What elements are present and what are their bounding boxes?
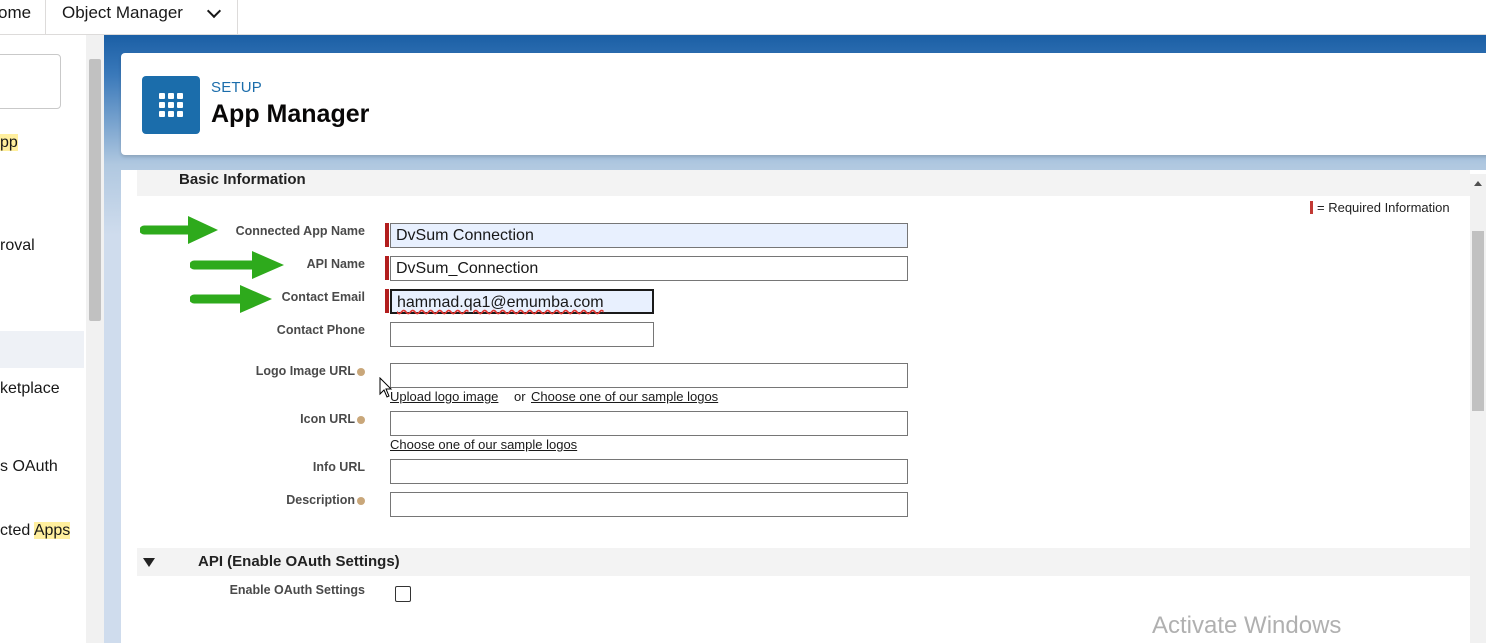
- help-icon[interactable]: [357, 497, 365, 505]
- sidebar-item-text: roval: [0, 237, 35, 254]
- quick-find-input[interactable]: [0, 54, 61, 109]
- required-information-note: = Required Information: [1310, 200, 1450, 215]
- breadcrumb: SETUP: [211, 79, 263, 96]
- required-note-text: = Required Information: [1317, 200, 1450, 215]
- icon-url-label: Icon URL: [165, 412, 365, 426]
- sidebar-item-highlight: pp: [0, 134, 18, 151]
- section-api-oauth-title: API (Enable OAuth Settings): [198, 553, 400, 570]
- green-arrow-icon: [140, 216, 218, 244]
- page-scrollbar-thumb[interactable]: [1472, 231, 1484, 411]
- top-tab-bar: ome Object Manager: [0, 0, 1486, 35]
- enable-oauth-checkbox[interactable]: [395, 586, 411, 602]
- sidebar-item-text: cted: [0, 522, 34, 539]
- sidebar-item-highlight: Apps: [33, 522, 71, 539]
- description-input[interactable]: [390, 492, 908, 517]
- choose-sample-logo-link[interactable]: Choose one of our sample logos: [531, 389, 718, 404]
- sidebar-item-oauth[interactable]: s OAuth: [0, 458, 58, 476]
- sidebar-scrollbar[interactable]: [86, 35, 104, 643]
- api-name-input[interactable]: DvSum_Connection: [390, 256, 908, 281]
- sidebar-item-text: ketplace: [0, 380, 60, 397]
- sidebar-item-text: s OAuth: [0, 458, 58, 475]
- help-icon[interactable]: [357, 368, 365, 376]
- setup-sidebar: pp roval ketplace s OAuth cted Apps: [0, 35, 104, 643]
- or-text: or: [514, 389, 526, 404]
- activate-windows-watermark: Activate Windows: [1152, 612, 1342, 639]
- upload-logo-link[interactable]: Upload logo image: [390, 389, 498, 404]
- page-scrollbar[interactable]: [1470, 174, 1486, 643]
- required-marker: [385, 223, 389, 247]
- icon-url-input[interactable]: [390, 411, 908, 436]
- section-basic-information: Basic Information: [137, 170, 1470, 196]
- required-marker: [385, 256, 389, 280]
- help-icon[interactable]: [357, 416, 365, 424]
- connected-app-name-input[interactable]: DvSum Connection: [390, 223, 908, 248]
- sidebar-selected-row[interactable]: [0, 331, 84, 368]
- enable-oauth-label: Enable OAuth Settings: [229, 583, 365, 597]
- green-arrow-icon: [190, 285, 272, 313]
- sidebar-item-connected-apps[interactable]: cted Apps: [0, 522, 71, 540]
- sidebar-item-marketplace[interactable]: ketplace: [0, 380, 60, 398]
- logo-image-url-label: Logo Image URL: [165, 364, 365, 378]
- logo-image-url-input[interactable]: [390, 363, 908, 388]
- info-url-label: Info URL: [312, 460, 365, 474]
- icon-url-label-text: Icon URL: [300, 412, 355, 426]
- choose-sample-icon-link[interactable]: Choose one of our sample logos: [390, 437, 577, 452]
- description-label-text: Description: [286, 493, 355, 507]
- sidebar-item-app[interactable]: pp: [0, 134, 18, 152]
- chevron-down-icon[interactable]: [206, 3, 222, 19]
- description-label: Description: [165, 493, 365, 507]
- green-arrow-icon: [190, 251, 284, 279]
- collapse-triangle-icon[interactable]: [143, 558, 155, 567]
- section-api-oauth[interactable]: API (Enable OAuth Settings): [137, 548, 1470, 576]
- contact-email-input[interactable]: hammad.qa1@emumba.com: [390, 289, 654, 314]
- tab-object-manager-label: Object Manager: [62, 3, 183, 22]
- contact-phone-label: Contact Phone: [276, 323, 365, 337]
- info-url-input[interactable]: [390, 459, 908, 484]
- tab-home[interactable]: ome: [0, 0, 46, 34]
- connected-app-form: Basic Information = Required Information…: [121, 170, 1486, 643]
- logo-image-url-label-text: Logo Image URL: [255, 364, 355, 378]
- sidebar-item-approval[interactable]: roval: [0, 237, 35, 255]
- required-marker: [385, 289, 389, 313]
- contact-email-value: hammad.qa1@emumba.com: [397, 294, 604, 311]
- tab-object-manager[interactable]: Object Manager: [48, 0, 238, 34]
- sidebar-scrollbar-thumb[interactable]: [89, 59, 101, 321]
- page-header: SETUP App Manager: [121, 53, 1486, 155]
- mouse-cursor-icon: [379, 377, 393, 398]
- app-grid-icon: [142, 76, 200, 134]
- required-marker: [1310, 201, 1313, 214]
- scroll-up-arrow-icon[interactable]: [1474, 181, 1482, 186]
- contact-phone-input[interactable]: [390, 322, 654, 347]
- page-title: App Manager: [211, 100, 370, 128]
